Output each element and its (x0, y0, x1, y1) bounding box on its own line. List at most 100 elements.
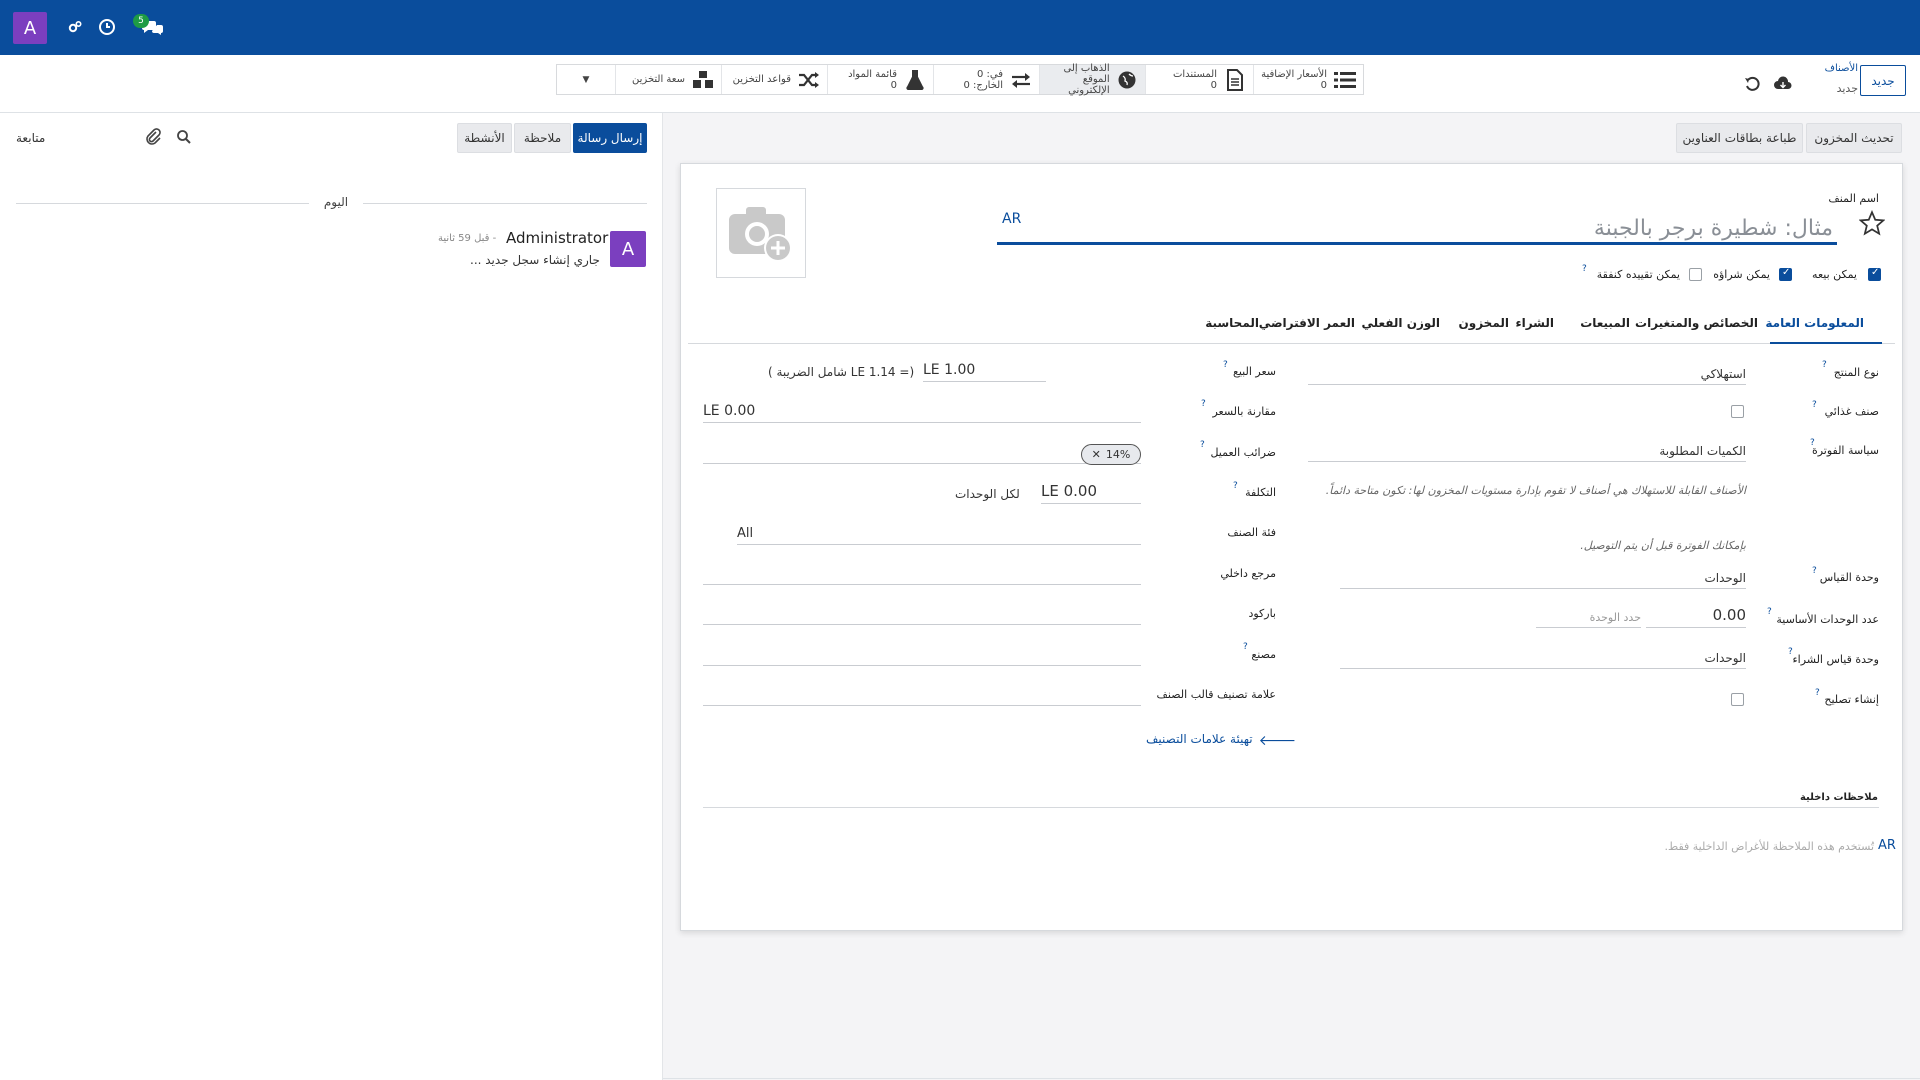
favorite-star-icon[interactable] (1858, 209, 1886, 240)
product-type-label: نوع المنتج (1833, 366, 1879, 379)
new-button[interactable]: جديد (1860, 65, 1906, 96)
customer-taxes-input[interactable] (703, 442, 1141, 464)
invoicing-policy-label: سياسة الفوترة (1811, 444, 1879, 457)
close-icon[interactable]: ✕ (1092, 448, 1101, 461)
notes-lang-button[interactable]: AR (1878, 838, 1896, 853)
manufacturer-label: مصنع (1251, 648, 1276, 661)
help-icon[interactable]: ? (1812, 400, 1817, 410)
internal-notes-label: ملاحظات داخلية (1799, 792, 1878, 803)
follow-button[interactable]: متابعة (16, 131, 45, 145)
product-category-select[interactable]: All (737, 523, 1141, 545)
can-be-sold-checkbox[interactable] (1868, 267, 1881, 281)
cost-label: التكلفة (1245, 486, 1276, 499)
customer-taxes-label: ضرائب العميل (1210, 446, 1276, 459)
discard-icon[interactable] (1744, 76, 1760, 96)
paperclip-icon[interactable] (145, 128, 161, 150)
messages-badge: 5 (133, 14, 149, 28)
divider (703, 807, 1879, 808)
help-icon[interactable]: ? (1582, 264, 1587, 274)
settings-cog-icon[interactable] (62, 14, 88, 40)
food-product-checkbox[interactable] (1731, 405, 1744, 418)
tab-weight[interactable]: الوزن الفعلي (1361, 316, 1440, 330)
help-icon[interactable]: ? (1201, 399, 1206, 409)
base-units-input[interactable]: 0.00 (1646, 606, 1746, 628)
tab-general-info[interactable]: المعلومات العامة (1765, 316, 1864, 330)
internal-ref-label: مرجع داخلي (1220, 567, 1276, 580)
camera-add-icon (729, 207, 792, 262)
activities-button[interactable]: الأنشطة (457, 123, 512, 153)
tab-attributes-variants[interactable]: الخصائص والمتغيرات (1635, 316, 1758, 330)
tab-purchase[interactable]: الشراء (1515, 316, 1554, 330)
internal-ref-input[interactable] (703, 563, 1141, 585)
lang-switch-button[interactable]: AR (1002, 211, 1021, 227)
message-time: - قبل 59 ثانية (438, 233, 497, 244)
product-category-label: فئة الصنف (1227, 526, 1276, 539)
tab-sales[interactable]: المبيعات (1580, 316, 1630, 330)
update-quantity-button[interactable]: تحديث المخزون (1806, 123, 1902, 153)
bom-button[interactable]: قائمة المواد 0 (827, 65, 933, 94)
help-icon[interactable]: ? (1200, 440, 1205, 450)
help-icon[interactable]: ? (1233, 481, 1238, 491)
help-icon[interactable]: ? (1810, 438, 1815, 448)
search-icon[interactable] (176, 129, 192, 149)
product-tags-label: علامة تصنيف قالب الصنف (1156, 688, 1276, 701)
can-be-expensed-checkbox[interactable] (1689, 268, 1702, 281)
user-avatar[interactable]: A (13, 12, 47, 44)
product-name-label: اسم المنف (1828, 192, 1879, 205)
tax-tag[interactable]: ✕ 14% (1081, 444, 1141, 465)
compare-price-input[interactable]: LE 0.00 (703, 401, 1141, 423)
product-name-input[interactable]: مثال: شطيرة برجر بالجبنة (997, 216, 1837, 245)
send-message-button[interactable]: إرسال رسالة (573, 123, 647, 153)
more-dropdown-button[interactable]: ▼ (557, 65, 615, 94)
website-button[interactable]: الذهاب إلى الموقع الإلكتروني (1039, 63, 1145, 96)
message-author[interactable]: Administrator (506, 229, 608, 247)
configure-tags-link[interactable]: 🡐 تهيئة علامات التصنيف (1146, 732, 1296, 749)
in-out-button[interactable]: في: 0 الخارج: 0 (933, 65, 1039, 94)
product-tags-input[interactable] (703, 684, 1141, 706)
internal-notes-input[interactable]: تُستخدم هذه الملاحظة للأغراض الداخلية فق… (1665, 840, 1875, 853)
divider (663, 1078, 1920, 1079)
help-icon[interactable]: ? (1223, 360, 1228, 370)
invoicing-policy-select[interactable]: الكميات المطلوبة (1308, 440, 1746, 462)
help-icon[interactable]: ? (1767, 607, 1772, 617)
help-icon[interactable]: ? (1243, 642, 1248, 652)
unit-select[interactable]: حدد الوحدة (1536, 606, 1641, 628)
top-navbar: A 5 (0, 0, 1920, 55)
print-labels-button[interactable]: طباعة بطاقات العناوين (1676, 123, 1803, 153)
sales-price-input[interactable]: LE 1.00 (923, 360, 1046, 382)
cubes-icon (691, 69, 715, 91)
help-icon[interactable]: ? (1815, 688, 1820, 698)
tabs-underline (688, 343, 1895, 344)
barcode-label: باركود (1248, 607, 1276, 620)
log-note-button[interactable]: ملاحظة (514, 123, 571, 153)
create-repair-label: إنشاء تصليح (1824, 693, 1879, 706)
product-image-upload[interactable] (716, 188, 806, 278)
putaway-button[interactable]: سعة التخزين (615, 65, 721, 94)
help-icon[interactable]: ? (1822, 360, 1827, 370)
clock-icon[interactable] (94, 14, 120, 40)
create-repair-checkbox[interactable] (1731, 693, 1744, 706)
tab-shelf-life[interactable]: العمر الافتراضي (1259, 316, 1355, 330)
breadcrumb-parent[interactable]: الأصناف (1818, 63, 1858, 74)
help-icon[interactable]: ? (1788, 647, 1793, 657)
help-icon[interactable]: ? (1812, 566, 1817, 576)
product-type-hint: الأصناف القابلة للاستهلاك هي أصناف لا تق… (1325, 484, 1746, 497)
can-be-expensed-label: يمكن تقييده كنفقة (1596, 268, 1680, 281)
uom-select[interactable]: الوحدات (1340, 567, 1746, 589)
routes-button[interactable]: قواعد التخزين (721, 65, 827, 94)
tab-accounting[interactable]: المحاسبة (1205, 316, 1259, 330)
extra-prices-button[interactable]: الأسعار الإضافية 0 (1253, 65, 1363, 94)
uom-label: وحدة القياس (1819, 571, 1879, 584)
price-incl-tax: (= LE 1.14 شامل الضريبة ) (768, 365, 915, 379)
barcode-input[interactable] (703, 603, 1141, 625)
file-icon (1223, 68, 1247, 91)
can-be-purchased-checkbox[interactable] (1779, 267, 1792, 281)
purchase-uom-select[interactable]: الوحدات (1340, 647, 1746, 669)
cost-input[interactable]: LE 0.00 (1041, 482, 1141, 504)
tab-inventory[interactable]: المخزون (1459, 316, 1509, 330)
save-cloud-icon[interactable] (1774, 76, 1792, 96)
documents-button[interactable]: المستندات 0 (1145, 65, 1253, 94)
flask-icon (903, 69, 927, 91)
product-type-select[interactable]: استهلاكي (1308, 363, 1746, 385)
manufacturer-input[interactable] (703, 644, 1141, 666)
